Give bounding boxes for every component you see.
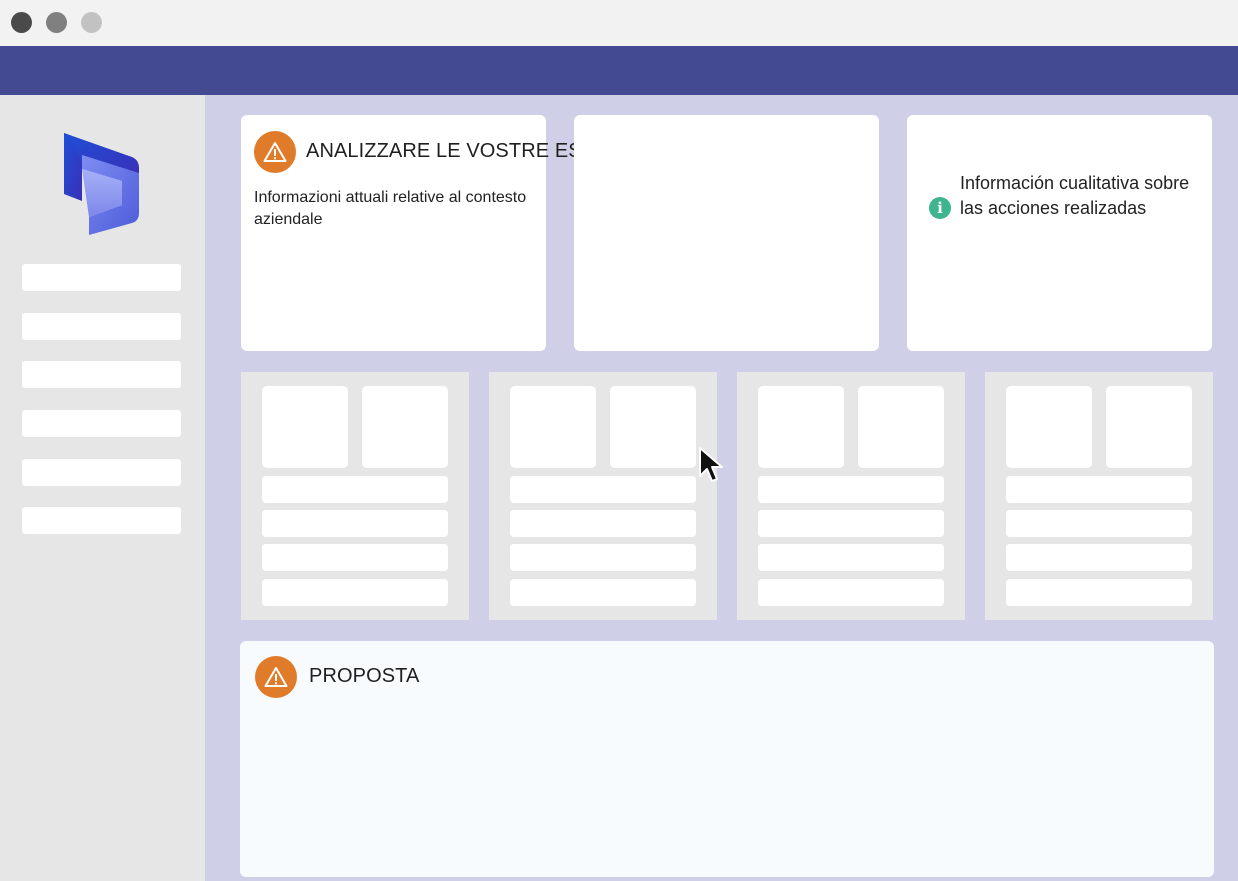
warning-icon [254,131,296,173]
close-window-dot[interactable] [11,12,32,33]
tile-row[interactable] [262,476,448,503]
analyze-needs-card[interactable]: ANALIZZARE LE VOSTRE ESIGENZE Informazio… [241,115,657,351]
sidebar-item-2[interactable] [22,313,181,340]
sidebar-item-1[interactable] [22,264,181,291]
tile-row[interactable] [758,544,944,571]
tile-thumbnail[interactable] [510,386,596,468]
tile-row[interactable] [510,510,696,537]
sidebar-item-6[interactable] [22,507,181,534]
tile-thumbnail[interactable] [758,386,844,468]
tile-row[interactable] [758,476,944,503]
tile-thumbnail[interactable] [1106,386,1192,468]
tile-thumbnail[interactable] [362,386,448,468]
info-icon: i [929,197,951,219]
sidebar [0,95,205,881]
tile-thumbnail[interactable] [262,386,348,468]
blank-card[interactable] [574,115,879,351]
content-tile-1[interactable] [241,372,469,620]
tile-row[interactable] [1006,476,1192,503]
qualitative-info-text: Información cualitativa sobre las accion… [960,173,1190,218]
tile-row[interactable] [262,579,448,606]
mouse-cursor-icon [699,447,723,482]
content-tile-3[interactable] [737,372,965,620]
tile-row[interactable] [1006,579,1192,606]
proposta-card[interactable]: PROPOSTA [240,641,1214,877]
window-titlebar [0,0,1238,46]
tile-row[interactable] [758,579,944,606]
tile-row[interactable] [262,510,448,537]
sidebar-item-5[interactable] [22,459,181,486]
tile-row[interactable] [510,544,696,571]
content-tile-2[interactable] [489,372,717,620]
proposta-card-title: PROPOSTA [309,665,420,687]
tile-row[interactable] [758,510,944,537]
maximize-window-dot[interactable] [81,12,102,33]
tile-row[interactable] [510,579,696,606]
sidebar-item-3[interactable] [22,361,181,388]
tile-thumbnail[interactable] [1006,386,1092,468]
tile-thumbnail[interactable] [858,386,944,468]
tile-row[interactable] [1006,510,1192,537]
app-header-bar [0,46,1238,95]
analyze-card-description: Informazioni attuali relative al contest… [254,189,527,228]
dynamics-365-logo-icon [64,133,139,235]
sidebar-item-4[interactable] [22,410,181,437]
tile-row[interactable] [1006,544,1192,571]
content-tile-4[interactable] [985,372,1213,620]
minimize-window-dot[interactable] [46,12,67,33]
warning-icon [255,656,297,698]
qualitative-info-card[interactable]: i Información cualitativa sobre las acci… [907,115,1212,351]
tile-row[interactable] [510,476,696,503]
tile-row[interactable] [262,544,448,571]
tile-thumbnail[interactable] [610,386,696,468]
main-content: ANALIZZARE LE VOSTRE ESIGENZE Informazio… [205,95,1238,881]
